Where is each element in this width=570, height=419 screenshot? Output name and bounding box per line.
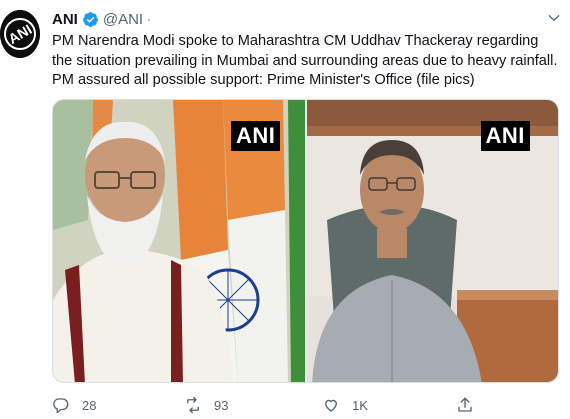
share-button[interactable] (456, 394, 486, 416)
share-icon (458, 397, 472, 412)
separator-dot: · (147, 12, 152, 26)
reply-count: 28 (82, 397, 97, 413)
media-grid[interactable]: ANI ANI (52, 99, 559, 383)
retweet-count: 93 (214, 397, 229, 413)
ani-watermark: ANI (231, 121, 281, 151)
author-name[interactable]: ANI (52, 11, 78, 28)
tweet-header: ANI @ANI · (52, 9, 151, 29)
photo-right[interactable]: ANI (306, 100, 558, 382)
retweet-button[interactable]: 93 (184, 394, 228, 416)
reply-icon (53, 398, 69, 414)
chevron-down-icon[interactable] (546, 10, 562, 26)
avatar[interactable]: ANI (0, 10, 40, 58)
photo-left[interactable]: ANI (53, 100, 305, 382)
tweet-text: PM Narendra Modi spoke to Maharashtra CM… (52, 33, 558, 88)
heart-icon (325, 399, 337, 412)
verified-badge-icon (82, 11, 98, 27)
tweet-actions: 28 93 1K (52, 394, 522, 416)
like-button[interactable]: 1K (322, 394, 368, 416)
ani-watermark: ANI (480, 121, 530, 151)
reply-button[interactable]: 28 (52, 394, 96, 416)
author-handle[interactable]: @ANI (103, 11, 143, 28)
tweet[interactable]: ANI ANI @ANI · PM Narendra Modi spoke to… (0, 0, 570, 419)
retweet-icon (187, 396, 199, 414)
like-count: 1K (352, 397, 368, 413)
